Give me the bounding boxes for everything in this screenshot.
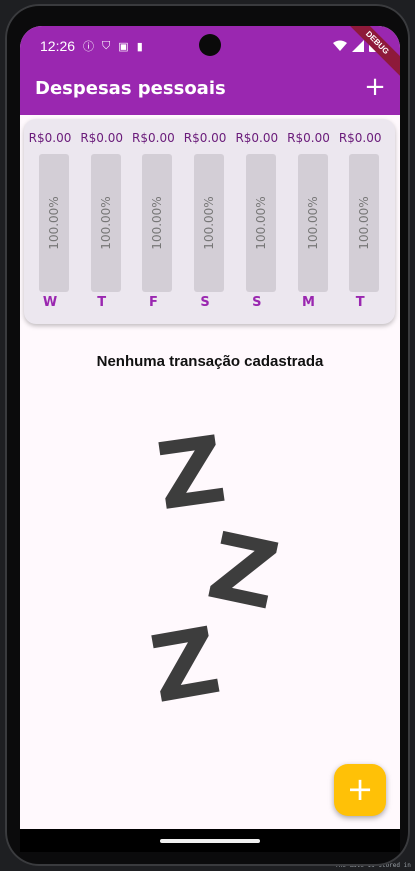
chart-day-amount: R$0.00 xyxy=(28,131,72,145)
sleep-z-2: Z xyxy=(199,512,288,631)
chart-bar-percent: 100.00% xyxy=(357,196,372,250)
status-time: 12:26 xyxy=(40,38,76,54)
fab-add-button[interactable]: + xyxy=(334,764,386,816)
sleep-z-1: Z xyxy=(150,415,232,532)
add-transaction-button[interactable]: + xyxy=(362,74,388,102)
chart-day-column: R$0.00 100.00% F xyxy=(127,119,179,324)
app-screen: 12:26 ⓘ ⛉ ▣ ▮ DEBUG Despesas pessoais + … xyxy=(20,26,400,852)
chart-bar: 100.00% xyxy=(245,154,276,292)
chart-bar-percent: 100.00% xyxy=(253,196,268,250)
wifi-icon xyxy=(333,37,347,56)
chart-bar: 100.00% xyxy=(297,154,328,292)
chart-day-label: S xyxy=(252,295,262,310)
chart-day-label: M xyxy=(302,295,315,310)
chart-bar: 100.00% xyxy=(39,154,69,292)
chart-day-label: F xyxy=(148,295,158,310)
chart-bar-percent: 100.00% xyxy=(150,196,165,250)
chart-day-label: S xyxy=(200,295,210,310)
chart-bar: 100.00% xyxy=(90,154,121,292)
empty-state-message: Nenhuma transação cadastrada xyxy=(96,353,324,370)
weekly-chart-card: R$0.00 100.00% W R$0.00 100.00% T R$0.00 100.00… xyxy=(24,119,395,324)
device-frame: 12:26 ⓘ ⛉ ▣ ▮ DEBUG Despesas pessoais + … xyxy=(5,4,410,866)
chart-day-column: R$0.00 100.00% T xyxy=(334,119,386,324)
chart-bar: 100.00% xyxy=(194,154,225,292)
shield-icon: ⛉ xyxy=(102,39,111,52)
sd-icon: ▮ xyxy=(136,40,143,53)
chart-day-amount: R$0.00 xyxy=(183,131,227,145)
camera-cutout xyxy=(199,34,221,56)
chart-day-label: T xyxy=(97,295,107,310)
chart-day-amount: R$0.00 xyxy=(287,131,330,145)
chart-bar-percent: 100.00% xyxy=(47,196,61,250)
chart-bar: 100.00% xyxy=(142,154,173,292)
chart-day-column: R$0.00 100.00% W xyxy=(24,119,76,324)
home-gesture-handle[interactable] xyxy=(160,839,260,843)
chart-bar-percent: 100.00% xyxy=(202,196,217,250)
chart-day-amount: R$0.00 xyxy=(80,131,124,145)
chart-day-amount: R$0.00 xyxy=(338,131,382,145)
chart-day-column: R$0.00 100.00% M xyxy=(283,119,335,324)
page-title: Despesas pessoais xyxy=(35,78,226,99)
chart-day-label: T xyxy=(355,295,365,310)
chart-day-amount: R$0.00 xyxy=(235,131,279,145)
system-nav-bar xyxy=(20,829,400,852)
chart-bar-percent: 100.00% xyxy=(98,196,113,250)
a-icon: ▣ xyxy=(118,40,129,53)
chart-day-column: R$0.00 100.00% T xyxy=(76,119,128,324)
chart-bar-percent: 100.00% xyxy=(305,196,320,250)
app-bar: 12:26 ⓘ ⛉ ▣ ▮ DEBUG Despesas pessoais + xyxy=(20,26,400,115)
chart-day-label: W xyxy=(42,295,58,310)
chart-day-amount: R$0.00 xyxy=(132,131,175,145)
sleep-z-3: Z xyxy=(143,607,228,724)
chart-bar: 100.00% xyxy=(349,154,380,292)
signal-icon xyxy=(352,37,364,56)
chart-day-column: R$0.00 100.00% S xyxy=(179,119,231,324)
chart-day-column: R$0.00 100.00% S xyxy=(231,119,283,324)
alert-icon: ⓘ xyxy=(83,41,95,53)
